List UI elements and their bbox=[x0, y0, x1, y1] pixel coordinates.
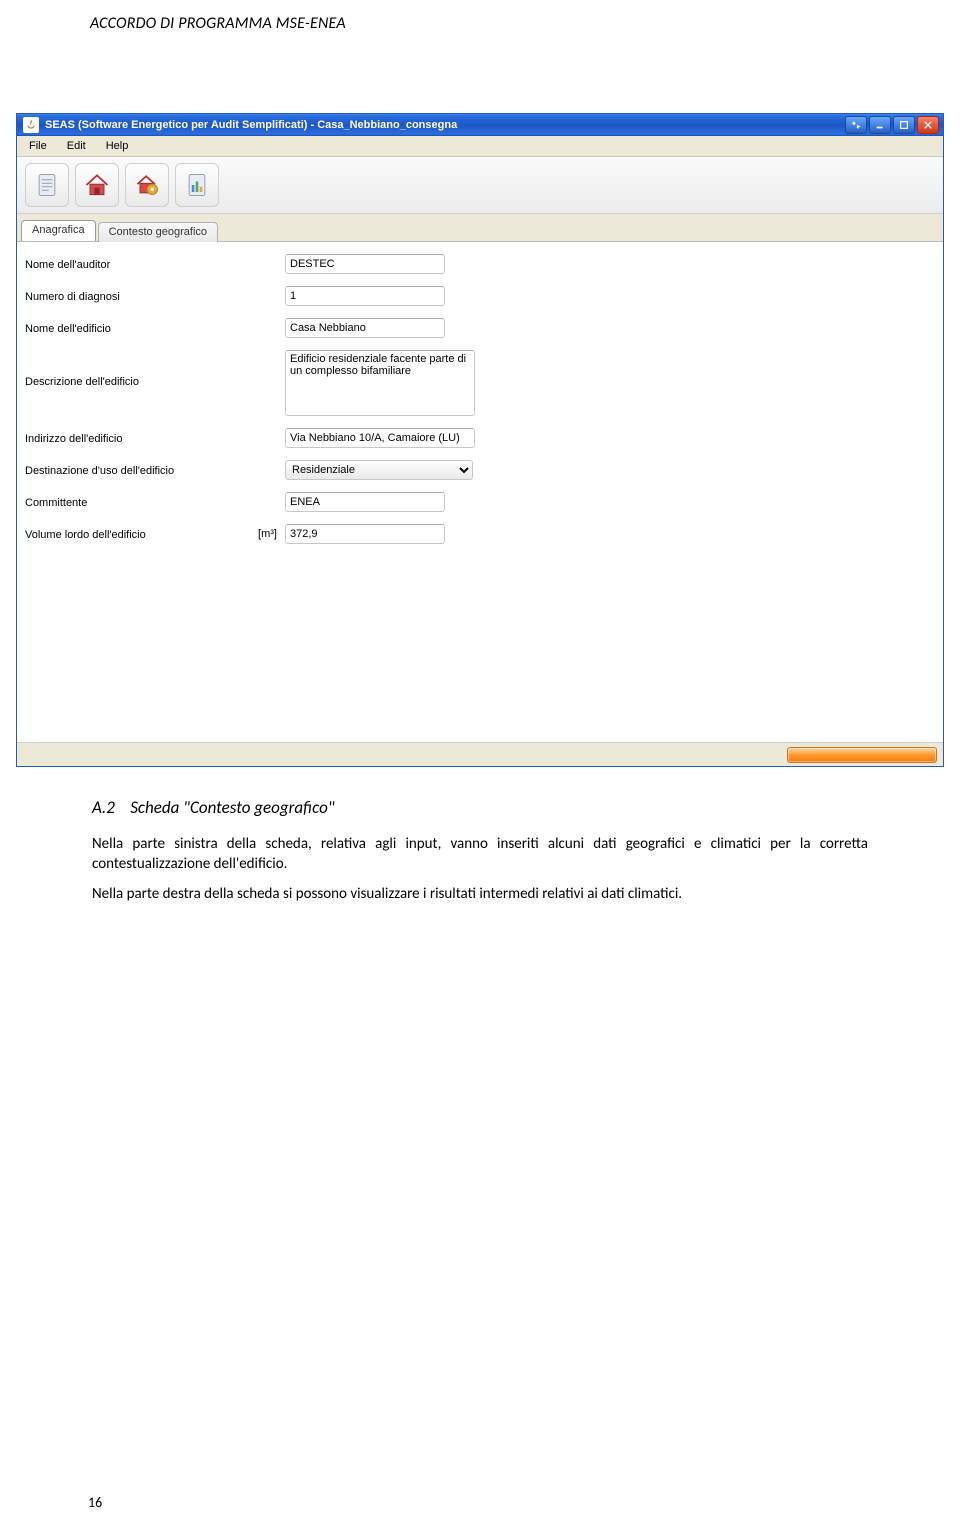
page-number: 16 bbox=[88, 1494, 102, 1511]
paragraph: Nella parte destra della scheda si posso… bbox=[92, 884, 868, 904]
titlebar: SEAS (Software Energetico per Audit Semp… bbox=[17, 114, 943, 136]
label-auditor: Nome dell'auditor bbox=[25, 257, 255, 271]
minimize-icon[interactable] bbox=[869, 116, 891, 134]
menu-file[interactable]: File bbox=[25, 139, 51, 153]
app-window: SEAS (Software Energetico per Audit Semp… bbox=[16, 113, 944, 767]
form-panel: Nome dell'auditor Numero di diagnosi Nom… bbox=[17, 242, 943, 742]
swap-icon[interactable] bbox=[845, 116, 867, 134]
tab-anagrafica[interactable]: Anagrafica bbox=[21, 220, 96, 241]
label-indirizzo: Indirizzo dell'edificio bbox=[25, 431, 255, 445]
menu-edit[interactable]: Edit bbox=[63, 139, 90, 153]
doc-running-header: ACCORDO DI PROGRAMMA MSE-ENEA bbox=[0, 0, 960, 33]
close-icon[interactable] bbox=[917, 116, 939, 134]
input-edificio[interactable] bbox=[285, 318, 445, 338]
section-number: A.2 bbox=[92, 797, 115, 818]
toolbar-report-icon[interactable] bbox=[175, 163, 219, 207]
menu-help[interactable]: Help bbox=[102, 139, 133, 153]
select-destinazione[interactable]: Residenziale bbox=[285, 460, 473, 480]
tabstrip: Anagrafica Contesto geografico bbox=[17, 214, 943, 242]
input-indirizzo[interactable] bbox=[285, 428, 475, 448]
maximize-icon[interactable] bbox=[893, 116, 915, 134]
toolbar-home-icon[interactable] bbox=[75, 163, 119, 207]
section-title: Scheda "Contesto geografico" bbox=[130, 797, 334, 818]
window-title: SEAS (Software Energetico per Audit Semp… bbox=[45, 119, 845, 131]
paragraph: Nella parte sinistra della scheda, relat… bbox=[92, 834, 868, 875]
input-volume[interactable] bbox=[285, 524, 445, 544]
input-committente[interactable] bbox=[285, 492, 445, 512]
label-committente: Committente bbox=[25, 495, 255, 509]
input-ndiagnosi[interactable] bbox=[285, 286, 445, 306]
label-destinazione: Destinazione d'uso dell'edificio bbox=[25, 463, 255, 477]
statusbar bbox=[17, 742, 943, 766]
textarea-descrizione[interactable] bbox=[285, 350, 475, 416]
java-icon bbox=[23, 117, 39, 133]
label-volume: Volume lordo dell'edificio bbox=[25, 527, 255, 541]
label-edificio: Nome dell'edificio bbox=[25, 321, 255, 335]
input-auditor[interactable] bbox=[285, 254, 445, 274]
tab-contesto-geografico[interactable]: Contesto geografico bbox=[98, 222, 218, 242]
unit-volume: [m³] bbox=[255, 528, 285, 540]
label-ndiagnosi: Numero di diagnosi bbox=[25, 289, 255, 303]
toolbar bbox=[17, 157, 943, 214]
menubar: File Edit Help bbox=[17, 136, 943, 157]
section-heading: A.2 Scheda "Contesto geografico" bbox=[92, 797, 868, 820]
label-descrizione: Descrizione dell'edificio bbox=[25, 350, 255, 388]
progress-bar bbox=[787, 747, 937, 763]
toolbar-document-icon[interactable] bbox=[25, 163, 69, 207]
toolbar-home-gear-icon[interactable] bbox=[125, 163, 169, 207]
